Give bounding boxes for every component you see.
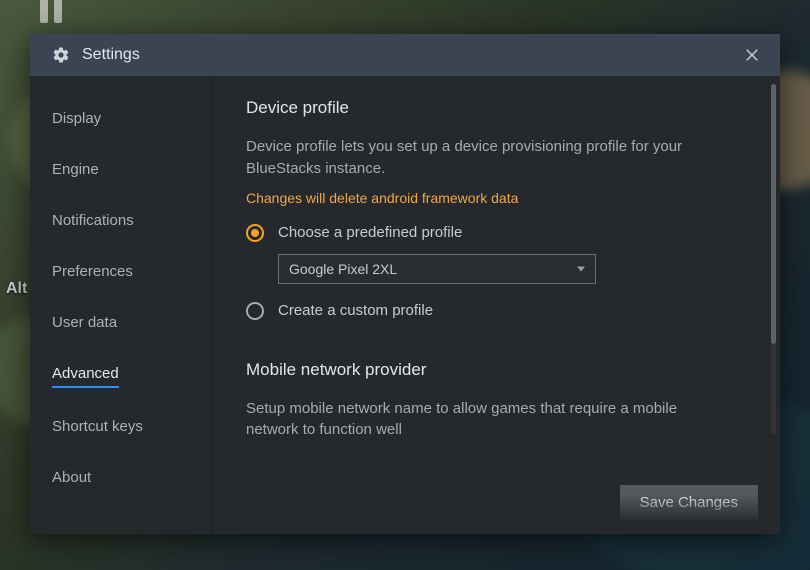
device-profile-select[interactable]: Google Pixel 2XL bbox=[278, 254, 596, 284]
radio-icon bbox=[246, 302, 264, 320]
section-desc-mobile-network: Setup mobile network name to allow games… bbox=[246, 398, 726, 442]
scrollbar-track[interactable] bbox=[771, 84, 776, 434]
scrollbar-thumb[interactable] bbox=[771, 84, 776, 344]
select-value: Google Pixel 2XL bbox=[289, 261, 397, 277]
save-changes-button[interactable]: Save Changes bbox=[620, 485, 758, 520]
modal-title: Settings bbox=[82, 46, 742, 64]
settings-modal: Settings Display Engine Notifications Pr… bbox=[30, 34, 780, 534]
chevron-down-icon bbox=[577, 266, 585, 271]
sidebar-item-advanced[interactable]: Advanced bbox=[52, 355, 119, 388]
pause-icon bbox=[40, 0, 62, 23]
content-scroll[interactable]: Device profile Device profile lets you s… bbox=[212, 76, 780, 470]
warning-text: Changes will delete android framework da… bbox=[246, 190, 746, 206]
footer: Save Changes bbox=[212, 470, 780, 534]
section-desc-device-profile: Device profile lets you set up a device … bbox=[246, 136, 726, 180]
hud-label: Alt bbox=[6, 280, 27, 298]
modal-body: Display Engine Notifications Preferences… bbox=[30, 76, 780, 534]
sidebar-item-about[interactable]: About bbox=[52, 459, 91, 496]
sidebar-item-user-data[interactable]: User data bbox=[52, 304, 117, 341]
radio-custom-profile[interactable]: Create a custom profile bbox=[246, 302, 746, 320]
sidebar: Display Engine Notifications Preferences… bbox=[30, 76, 212, 534]
radio-label: Create a custom profile bbox=[278, 302, 433, 319]
sidebar-item-display[interactable]: Display bbox=[52, 100, 101, 137]
section-title-device-profile: Device profile bbox=[246, 98, 746, 118]
radio-label: Choose a predefined profile bbox=[278, 224, 462, 241]
radio-predefined-profile[interactable]: Choose a predefined profile bbox=[246, 224, 746, 242]
gear-icon bbox=[52, 46, 70, 64]
close-button[interactable] bbox=[742, 45, 762, 65]
content-wrap: Device profile Device profile lets you s… bbox=[212, 76, 780, 534]
sidebar-item-preferences[interactable]: Preferences bbox=[52, 253, 133, 290]
radio-icon bbox=[246, 224, 264, 242]
sidebar-item-shortcut-keys[interactable]: Shortcut keys bbox=[52, 408, 143, 445]
sidebar-item-notifications[interactable]: Notifications bbox=[52, 202, 134, 239]
titlebar: Settings bbox=[30, 34, 780, 76]
section-title-mobile-network: Mobile network provider bbox=[246, 360, 746, 380]
sidebar-item-engine[interactable]: Engine bbox=[52, 151, 99, 188]
